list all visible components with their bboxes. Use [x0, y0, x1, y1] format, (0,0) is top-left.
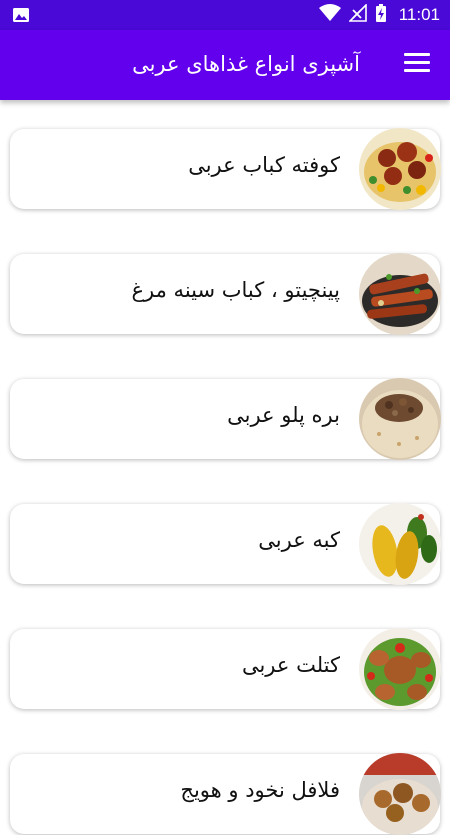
kibbeh-photo — [359, 503, 441, 585]
meatballs-vegetables-photo — [359, 128, 441, 210]
recipe-card-lamb-rice[interactable]: بره پلو عربی — [10, 378, 441, 460]
wifi-icon — [318, 4, 341, 26]
recipe-card-falafel[interactable]: فلافل نخود و هویج — [10, 753, 441, 835]
chicken-kebab-skewers-photo — [359, 253, 441, 335]
recipe-card-kofta-kebab[interactable]: کوفته کباب عربی — [10, 128, 441, 210]
recipe-title: کتلت عربی — [241, 653, 340, 677]
recipe-title: بره پلو عربی — [227, 403, 340, 427]
recipe-title: کبه عربی — [258, 528, 340, 552]
recipe-title: کوفته کباب عربی — [188, 153, 340, 177]
hamburger-menu-icon[interactable] — [404, 53, 430, 75]
falafel-photo — [359, 753, 441, 835]
app-bar: آشپزی انواع غذاهای عربی — [0, 30, 450, 100]
status-bar: 11:01 — [0, 0, 450, 30]
recipe-card-cutlet[interactable]: کتلت عربی — [10, 628, 441, 710]
cutlet-photo — [359, 628, 441, 710]
signal-icon — [347, 3, 367, 26]
clock: 11:01 — [398, 5, 440, 24]
recipe-card-kibbeh[interactable]: کبه عربی — [10, 503, 441, 585]
lamb-rice-photo — [359, 378, 441, 460]
recipe-title: پینچیتو ، کباب سینه مرغ — [131, 278, 340, 302]
battery-charging-icon — [375, 3, 387, 27]
page-title: آشپزی انواع غذاهای عربی — [132, 52, 360, 76]
image-notification-icon — [12, 7, 30, 23]
recipe-title: فلافل نخود و هویج — [180, 778, 340, 802]
recipe-card-chicken-kebab[interactable]: پینچیتو ، کباب سینه مرغ — [10, 253, 441, 335]
